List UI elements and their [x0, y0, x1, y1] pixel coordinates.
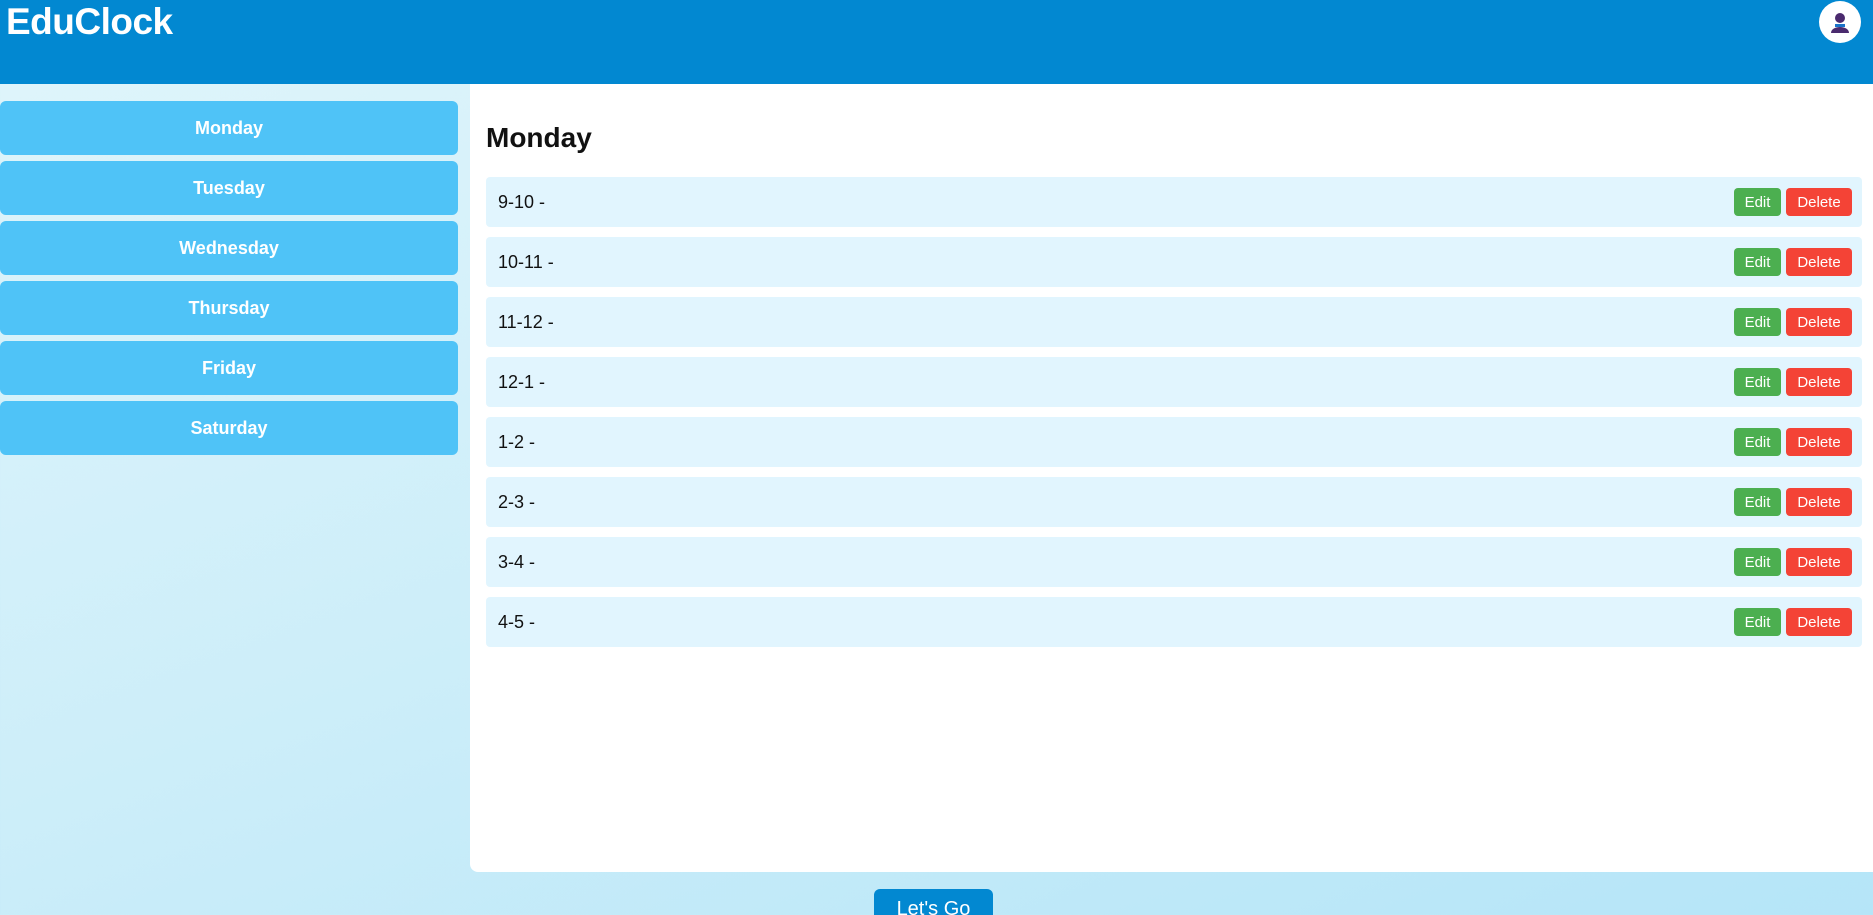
- delete-button[interactable]: Delete: [1786, 308, 1852, 336]
- day-button-monday[interactable]: Monday: [0, 101, 458, 155]
- time-slot-label: 10-11 -: [498, 251, 554, 272]
- delete-button[interactable]: Delete: [1786, 428, 1852, 456]
- time-slot-label: 4-5 -: [498, 611, 536, 632]
- edit-button[interactable]: Edit: [1734, 608, 1781, 636]
- time-slot-row: 11-12 - Edit Delete: [486, 297, 1862, 347]
- day-sidebar: Monday Tuesday Wednesday Thursday Friday…: [0, 101, 458, 461]
- time-slot-label: 11-12 -: [498, 311, 554, 332]
- selected-day-title: Monday: [486, 122, 592, 153]
- time-slot-label: 3-4 -: [498, 551, 536, 572]
- delete-button[interactable]: Delete: [1786, 248, 1852, 276]
- time-slot-label: 2-3 -: [498, 491, 536, 512]
- delete-button[interactable]: Delete: [1786, 548, 1852, 576]
- edit-button[interactable]: Edit: [1734, 428, 1781, 456]
- delete-button[interactable]: Delete: [1786, 488, 1852, 516]
- lets-go-button[interactable]: Let's Go: [874, 889, 993, 915]
- edit-button[interactable]: Edit: [1734, 548, 1781, 576]
- app-title: EduClock: [6, 1, 173, 42]
- user-avatar[interactable]: [1819, 1, 1861, 43]
- time-slot-row: 1-2 - Edit Delete: [486, 417, 1862, 467]
- delete-button[interactable]: Delete: [1786, 368, 1852, 396]
- time-slot-list: 9-10 - Edit Delete 10-11 - Edit Delete 1…: [486, 177, 1862, 657]
- time-slot-label: 12-1 -: [498, 371, 546, 392]
- time-slot-label: 9-10 -: [498, 191, 546, 212]
- schedule-panel: Monday 9-10 - Edit Delete 10-11 - Edit D…: [470, 84, 1873, 872]
- day-button-saturday[interactable]: Saturday: [0, 401, 458, 455]
- edit-button[interactable]: Edit: [1734, 488, 1781, 516]
- time-slot-row: 12-1 - Edit Delete: [486, 357, 1862, 407]
- time-slot-row: 2-3 - Edit Delete: [486, 477, 1862, 527]
- day-button-thursday[interactable]: Thursday: [0, 281, 458, 335]
- edit-button[interactable]: Edit: [1734, 308, 1781, 336]
- day-button-wednesday[interactable]: Wednesday: [0, 221, 458, 275]
- app-header: EduClock: [0, 0, 1873, 84]
- day-button-friday[interactable]: Friday: [0, 341, 458, 395]
- day-button-tuesday[interactable]: Tuesday: [0, 161, 458, 215]
- delete-button[interactable]: Delete: [1786, 608, 1852, 636]
- time-slot-row: 4-5 - Edit Delete: [486, 597, 1862, 647]
- delete-button[interactable]: Delete: [1786, 188, 1852, 216]
- user-avatar-icon: [1831, 13, 1849, 33]
- time-slot-row: 3-4 - Edit Delete: [486, 537, 1862, 587]
- time-slot-label: 1-2 -: [498, 431, 536, 452]
- edit-button[interactable]: Edit: [1734, 368, 1781, 396]
- time-slot-row: 10-11 - Edit Delete: [486, 237, 1862, 287]
- edit-button[interactable]: Edit: [1734, 188, 1781, 216]
- time-slot-row: 9-10 - Edit Delete: [486, 177, 1862, 227]
- edit-button[interactable]: Edit: [1734, 248, 1781, 276]
